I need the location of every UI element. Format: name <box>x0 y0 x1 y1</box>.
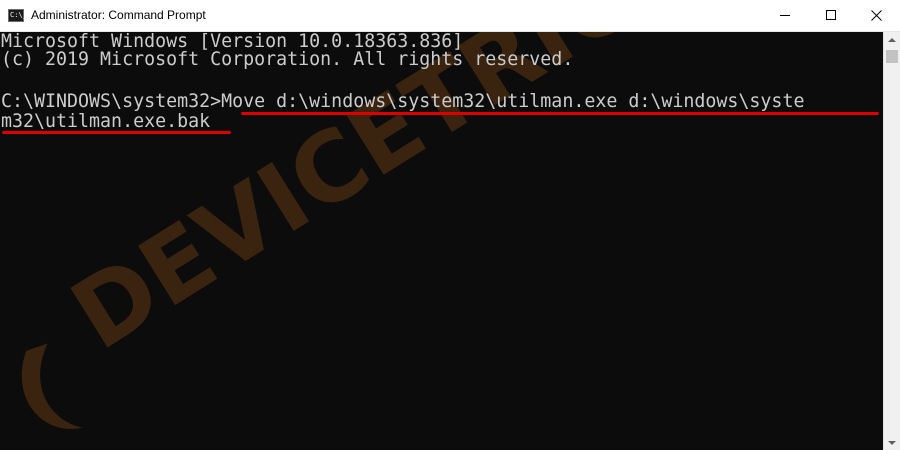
maximize-icon <box>826 10 836 20</box>
cmd-app-icon[interactable]: C:\_ <box>8 9 27 22</box>
scroll-up-arrow-icon[interactable] <box>888 38 896 42</box>
console-command-line: C:\WINDOWS\system32>Move d:\windows\syst… <box>1 91 805 112</box>
vertical-scrollbar[interactable] <box>883 32 900 450</box>
scrollbar-thumb[interactable] <box>886 50 898 63</box>
cmd-app-icon-label: C:\_ <box>10 11 27 19</box>
watermark-swoosh-icon <box>21 343 83 429</box>
command-highlight-underline <box>241 112 879 115</box>
watermark-text: DEVICETRICKS <box>53 32 774 372</box>
close-button[interactable] <box>854 0 900 31</box>
window-title: Administrator: Command Prompt <box>31 8 206 22</box>
console-output[interactable]: DEVICETRICKS Microsoft Windows [Version … <box>0 32 883 450</box>
console-line-2: (c) 2019 Microsoft Corporation. All righ… <box>1 49 574 70</box>
scroll-down-arrow-icon[interactable] <box>888 441 896 445</box>
title-bar[interactable]: C:\_ Administrator: Command Prompt <box>0 0 900 32</box>
command-highlight-underline-wrap <box>2 131 231 134</box>
command-prompt-window: C:\_ Administrator: Command Prompt DEVIC… <box>0 0 900 450</box>
console-command-wrap: m32\utilman.exe.bak <box>1 111 211 132</box>
minimize-button[interactable] <box>762 0 808 31</box>
minimize-icon <box>780 15 790 16</box>
maximize-button[interactable] <box>808 0 854 31</box>
close-icon <box>871 10 882 21</box>
